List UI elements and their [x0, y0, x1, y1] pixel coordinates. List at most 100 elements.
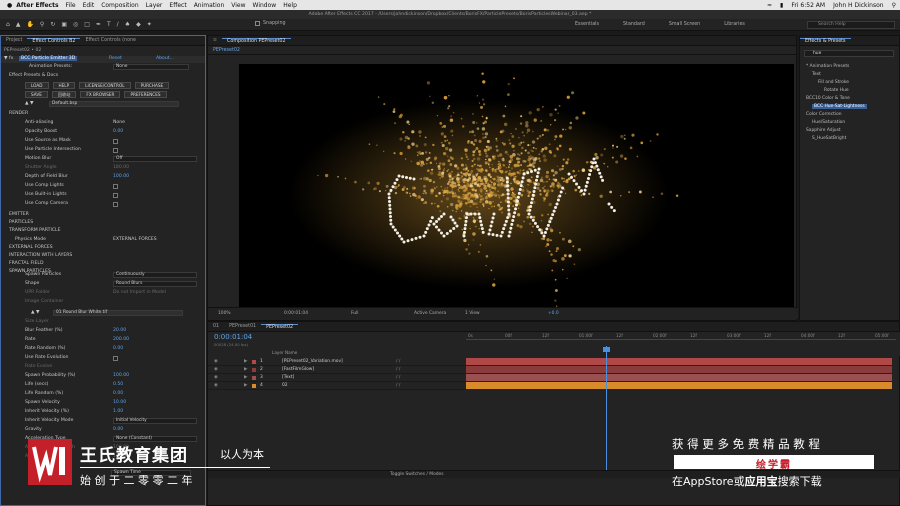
effects-tree-item[interactable]: Hue/Saturation	[812, 120, 845, 125]
composition-viewer[interactable]	[239, 64, 794, 308]
presets-docs-section[interactable]: Effect Presets & Docs	[9, 73, 58, 78]
ec-param-value[interactable]: 0.00	[113, 391, 123, 396]
layer-switches-icon[interactable]: ∕ ∕	[396, 359, 400, 364]
effect-about-link[interactable]: About...	[156, 56, 174, 61]
menu-help[interactable]: Help	[283, 2, 297, 9]
snapping-toggle[interactable]: Snapping	[255, 21, 286, 26]
tab-project[interactable]: Project	[1, 38, 27, 43]
animation-presets-dropdown[interactable]: None	[113, 64, 189, 70]
ec-param-value[interactable]: Do not Import in Model	[113, 290, 166, 295]
ec-param-value[interactable]: 10.00	[113, 400, 126, 405]
ec-param-value[interactable]: 0.50	[113, 382, 123, 387]
layer-duration-bar[interactable]	[466, 382, 892, 389]
menu-window[interactable]: Window	[253, 2, 277, 9]
layer-color-label[interactable]	[252, 360, 256, 364]
pan-behind-tool-icon[interactable]: ◎	[73, 21, 78, 28]
toggle-switches-modes[interactable]: Toggle Switches / Modes	[390, 472, 444, 477]
viewer-views[interactable]: 1 View	[465, 311, 480, 316]
comp-panel-menu-icon[interactable]: ≡	[208, 38, 222, 43]
wifi-icon[interactable]: ≈	[767, 2, 772, 9]
workspace-essentials[interactable]: Essentials	[575, 22, 599, 27]
playhead-handle[interactable]	[603, 347, 610, 352]
preset-file-field[interactable]: Default.bsp	[49, 101, 179, 107]
layer-duration-bar[interactable]	[466, 374, 892, 381]
effects-tree-item[interactable]: * Animation Presets	[806, 64, 849, 69]
snapping-checkbox[interactable]	[255, 21, 260, 26]
ec-param-dropdown[interactable]: Round Blurs	[113, 281, 197, 287]
workspace-libraries[interactable]: Libraries	[724, 22, 745, 27]
home-icon[interactable]: ⌂	[6, 21, 10, 28]
type-tool-icon[interactable]: T	[107, 21, 111, 28]
user-name[interactable]: John H Dickinson	[833, 2, 884, 9]
effect-reset-link[interactable]: Reset	[109, 56, 122, 61]
menu-file[interactable]: File	[66, 2, 76, 9]
expand-arrow-icon[interactable]: ▶	[244, 367, 247, 372]
layer-color-label[interactable]	[252, 368, 256, 372]
zoom-tool-icon[interactable]: ⚲	[40, 21, 44, 28]
rectangle-tool-icon[interactable]: □	[84, 21, 90, 28]
layer-color-label[interactable]	[252, 376, 256, 380]
ec-param-checkbox[interactable]	[113, 193, 118, 198]
ec-param-value[interactable]: 0.00	[113, 129, 123, 134]
ec-param-value[interactable]: 20.00	[113, 328, 126, 333]
timeline-timecode[interactable]: 0:00:01:04	[214, 333, 252, 341]
render-section[interactable]: RENDER	[9, 111, 28, 116]
ec-section[interactable]: INTERACTION WITH LAYERS	[1, 253, 205, 260]
fx-browser-button[interactable]: FX BROWSER	[80, 91, 121, 98]
ec-param-value[interactable]: 100.00	[113, 174, 129, 179]
layer-duration-bar[interactable]	[466, 358, 892, 365]
stamp-tool-icon[interactable]: ♠	[125, 21, 130, 28]
viewer-camera[interactable]: Active Camera	[414, 311, 446, 316]
ec-param-checkbox[interactable]	[113, 139, 118, 144]
menu-app-name[interactable]: After Effects	[16, 2, 58, 9]
brush-tool-icon[interactable]: ∕	[117, 21, 119, 28]
ec-section[interactable]: EMITTER	[1, 212, 205, 219]
effects-tree-item[interactable]: S_HueSatBright	[812, 136, 846, 141]
menu-composition[interactable]: Composition	[101, 2, 138, 9]
load-button[interactable]: LOAD	[25, 82, 49, 89]
expand-arrow-icon[interactable]: ▶	[244, 359, 247, 364]
search-help-input[interactable]: Search Help	[807, 21, 895, 29]
menu-view[interactable]: View	[231, 2, 245, 9]
ec-param-value[interactable]: 1.00	[113, 409, 123, 414]
camera-tool-icon[interactable]: ▣	[61, 21, 67, 28]
preset-nav-icons[interactable]: ▲ ▼	[25, 101, 34, 106]
tab-effects-presets[interactable]: Effects & Presets	[800, 37, 851, 44]
tab-effect-controls-none[interactable]: Effect Controls (none	[80, 38, 141, 43]
layer-name[interactable]: [FastFilmGlow]	[282, 367, 314, 372]
eye-icon[interactable]: ◉	[214, 383, 218, 388]
purchase-button[interactable]: PURCHASE	[134, 82, 170, 89]
timeline-layer-row[interactable]: ◉ ▶ 2 [FastFilmGlow] ∕ ∕	[208, 366, 466, 374]
save-button[interactable]: SAVE	[25, 91, 48, 98]
viewer-zoom[interactable]: 100%	[218, 311, 231, 316]
layer-color-label[interactable]	[252, 384, 256, 388]
hand-tool-icon[interactable]: ✋	[26, 21, 33, 28]
timeline-layer-row[interactable]: ◉ ▶ 1 [PEPreset02_Variation.mov] ∕ ∕	[208, 358, 466, 366]
ec-section[interactable]: PARTICLES	[1, 220, 205, 227]
tl-tab-01[interactable]: 01	[208, 324, 224, 329]
ec-param-checkbox[interactable]	[113, 184, 118, 189]
effects-tree-item[interactable]: Color Correction	[806, 112, 842, 117]
ec-param-checkbox[interactable]	[113, 356, 118, 361]
layer-switches-icon[interactable]: ∕ ∕	[396, 375, 400, 380]
eye-icon[interactable]: ◉	[214, 375, 218, 380]
preferences-button[interactable]: PREFERENCES	[124, 91, 167, 98]
apple-icon[interactable]: ●	[7, 2, 12, 9]
viewer-timecode[interactable]: 0:00:01:04	[284, 311, 308, 316]
selection-tool-icon[interactable]: ▲	[16, 21, 21, 28]
tl-tab-pepreset01[interactable]: PEPreset01	[224, 324, 261, 329]
effects-search-input[interactable]: hue	[804, 50, 894, 57]
ec-section[interactable]: EXTERNAL FORCES	[1, 245, 205, 252]
viewer-exposure[interactable]: +0.0	[548, 311, 559, 316]
battery-icon[interactable]: ▮	[780, 2, 783, 9]
eye-icon[interactable]: ◉	[214, 359, 218, 364]
ec-param-checkbox[interactable]	[113, 148, 118, 153]
workspace-standard[interactable]: Standard	[623, 22, 645, 27]
ec-param-value[interactable]: 0.00	[113, 346, 123, 351]
menu-layer[interactable]: Layer	[146, 2, 163, 9]
license-control-button[interactable]: LICENSE/CONTROL	[79, 82, 131, 89]
expand-arrow-icon[interactable]: ▶	[244, 383, 247, 388]
comp-subtab[interactable]: PEPreset02	[208, 48, 245, 53]
expand-arrow-icon[interactable]: ▶	[244, 375, 247, 380]
ec-param-value[interactable]: 200.00	[113, 337, 129, 342]
